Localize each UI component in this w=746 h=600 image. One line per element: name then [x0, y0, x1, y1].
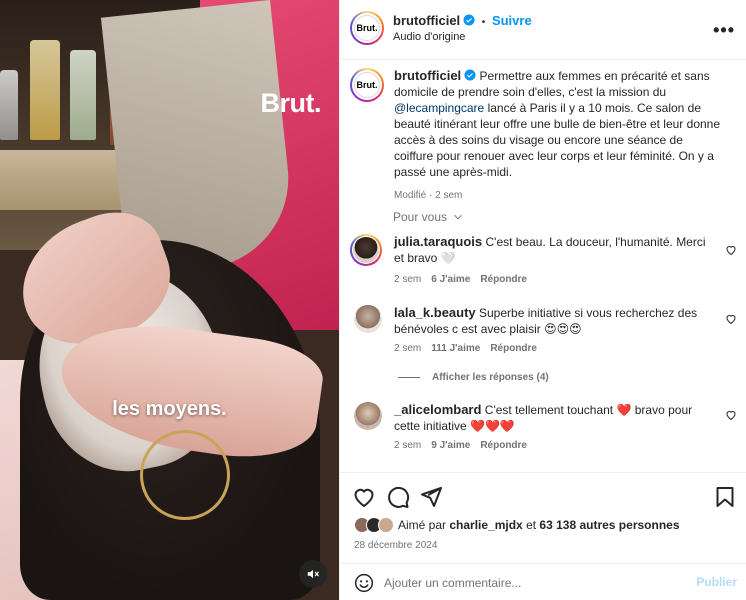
commenter-avatar[interactable] [350, 234, 382, 266]
likes-count[interactable]: 63 138 autres personnes [539, 518, 679, 532]
post-video[interactable]: Brut. les moyens. [0, 0, 339, 600]
add-comment-bar: Publier [340, 563, 746, 600]
verified-badge-icon [463, 14, 475, 26]
heart-icon[interactable] [725, 409, 737, 421]
liker-avatars [354, 517, 398, 535]
comment-icon[interactable] [386, 485, 410, 509]
header-separator: • [481, 17, 486, 28]
reply-button[interactable]: Répondre [480, 274, 527, 285]
video-bottle [0, 70, 18, 140]
comment-item: julia.taraquois C'est beau. La douceur, … [350, 234, 745, 294]
post-header: Brut. brutofficiel • Suivre Audio d'orig… [340, 0, 746, 60]
caption-mention-link[interactable]: @lecampingcare [394, 101, 484, 115]
more-options-icon[interactable]: ••• [713, 20, 735, 41]
for-you-label: Pour vous [393, 210, 448, 224]
audio-link[interactable]: Audio d'origine [393, 31, 465, 43]
chevron-down-icon [454, 214, 463, 220]
post-date[interactable]: 28 décembre 2024 [354, 540, 437, 551]
follow-button[interactable]: Suivre [492, 13, 532, 28]
comment-like-count[interactable]: 6 J'aime [431, 274, 470, 285]
commenter-avatar-photo [353, 237, 379, 263]
mute-button[interactable] [299, 560, 327, 588]
likes-prefix: Aimé par [398, 518, 450, 532]
comment-text: julia.taraquois C'est beau. La douceur, … [394, 234, 714, 266]
comment-time: 2 sem [394, 440, 422, 451]
liker-username[interactable]: charlie_mjdx [449, 518, 522, 532]
comment-item: _alicelombard C'est tellement touchant ❤… [350, 402, 745, 462]
verified-badge-icon [464, 69, 476, 81]
share-icon[interactable] [419, 485, 443, 509]
emoji-icon[interactable] [354, 573, 374, 593]
brut-watermark: Brut. [260, 88, 322, 118]
like-heart-icon[interactable] [352, 485, 376, 509]
heart-icon[interactable] [725, 244, 737, 256]
for-you-filter[interactable]: Pour vous [393, 210, 463, 224]
post-actions: Aimé par charlie_mjdx et 63 138 autres p… [340, 472, 746, 600]
video-earring [140, 430, 230, 520]
commenter-avatar[interactable] [354, 305, 382, 333]
author-avatar-logo: Brut. [354, 15, 380, 41]
comment-input[interactable] [384, 573, 684, 593]
comment-text: lala_k.beauty Superbe initiative si vous… [394, 305, 714, 337]
caption-avatar-logo: Brut. [354, 72, 380, 98]
comment-text: _alicelombard C'est tellement touchant ❤… [394, 402, 714, 434]
author-username[interactable]: brutofficiel [393, 13, 460, 28]
comment-username[interactable]: julia.taraquois [394, 234, 482, 249]
comments-section[interactable]: Brut. brutofficiel Permettre aux femmes … [340, 60, 746, 472]
comment-meta: 2 sem 6 J'aime Répondre [394, 274, 527, 285]
likes-summary: Aimé par charlie_mjdx et 63 138 autres p… [398, 518, 680, 532]
video-subtitle: les moyens. [112, 398, 227, 420]
comment-like-count[interactable]: 111 J'aime [431, 343, 480, 354]
bookmark-icon[interactable] [713, 485, 737, 509]
speaker-muted-icon [307, 569, 319, 579]
caption-username[interactable]: brutofficiel [394, 68, 461, 83]
comment-username[interactable]: _alicelombard [394, 402, 481, 417]
comment-item: lala_k.beauty Superbe initiative si vous… [350, 305, 745, 365]
comment-username[interactable]: lala_k.beauty [394, 305, 476, 320]
view-replies-button[interactable]: Afficher les réponses (4) [398, 372, 549, 383]
video-bottle [30, 40, 60, 140]
caption-meta: Modifié · 2 sem [394, 190, 463, 201]
comment-time: 2 sem [394, 274, 422, 285]
caption-text: brutofficiel Permettre aux femmes en pré… [394, 68, 724, 204]
liker-avatar [378, 517, 394, 533]
author-avatar[interactable]: Brut. [350, 11, 384, 45]
comment-meta: 2 sem 9 J'aime Répondre [394, 440, 527, 451]
reply-button[interactable]: Répondre [480, 440, 527, 451]
comment-meta: 2 sem 111 J'aime Répondre [394, 343, 537, 354]
comment-like-count[interactable]: 9 J'aime [431, 440, 470, 451]
reply-button[interactable]: Répondre [490, 343, 537, 354]
comment-time: 2 sem [394, 343, 422, 354]
video-bottle [70, 50, 96, 140]
heart-icon[interactable] [725, 313, 737, 325]
commenter-avatar[interactable] [354, 402, 382, 430]
caption-author-avatar[interactable]: Brut. [350, 68, 384, 102]
likes-middle: et [522, 518, 540, 532]
publish-button[interactable]: Publier [696, 575, 737, 589]
post-panel: Brut. brutofficiel • Suivre Audio d'orig… [339, 0, 746, 600]
